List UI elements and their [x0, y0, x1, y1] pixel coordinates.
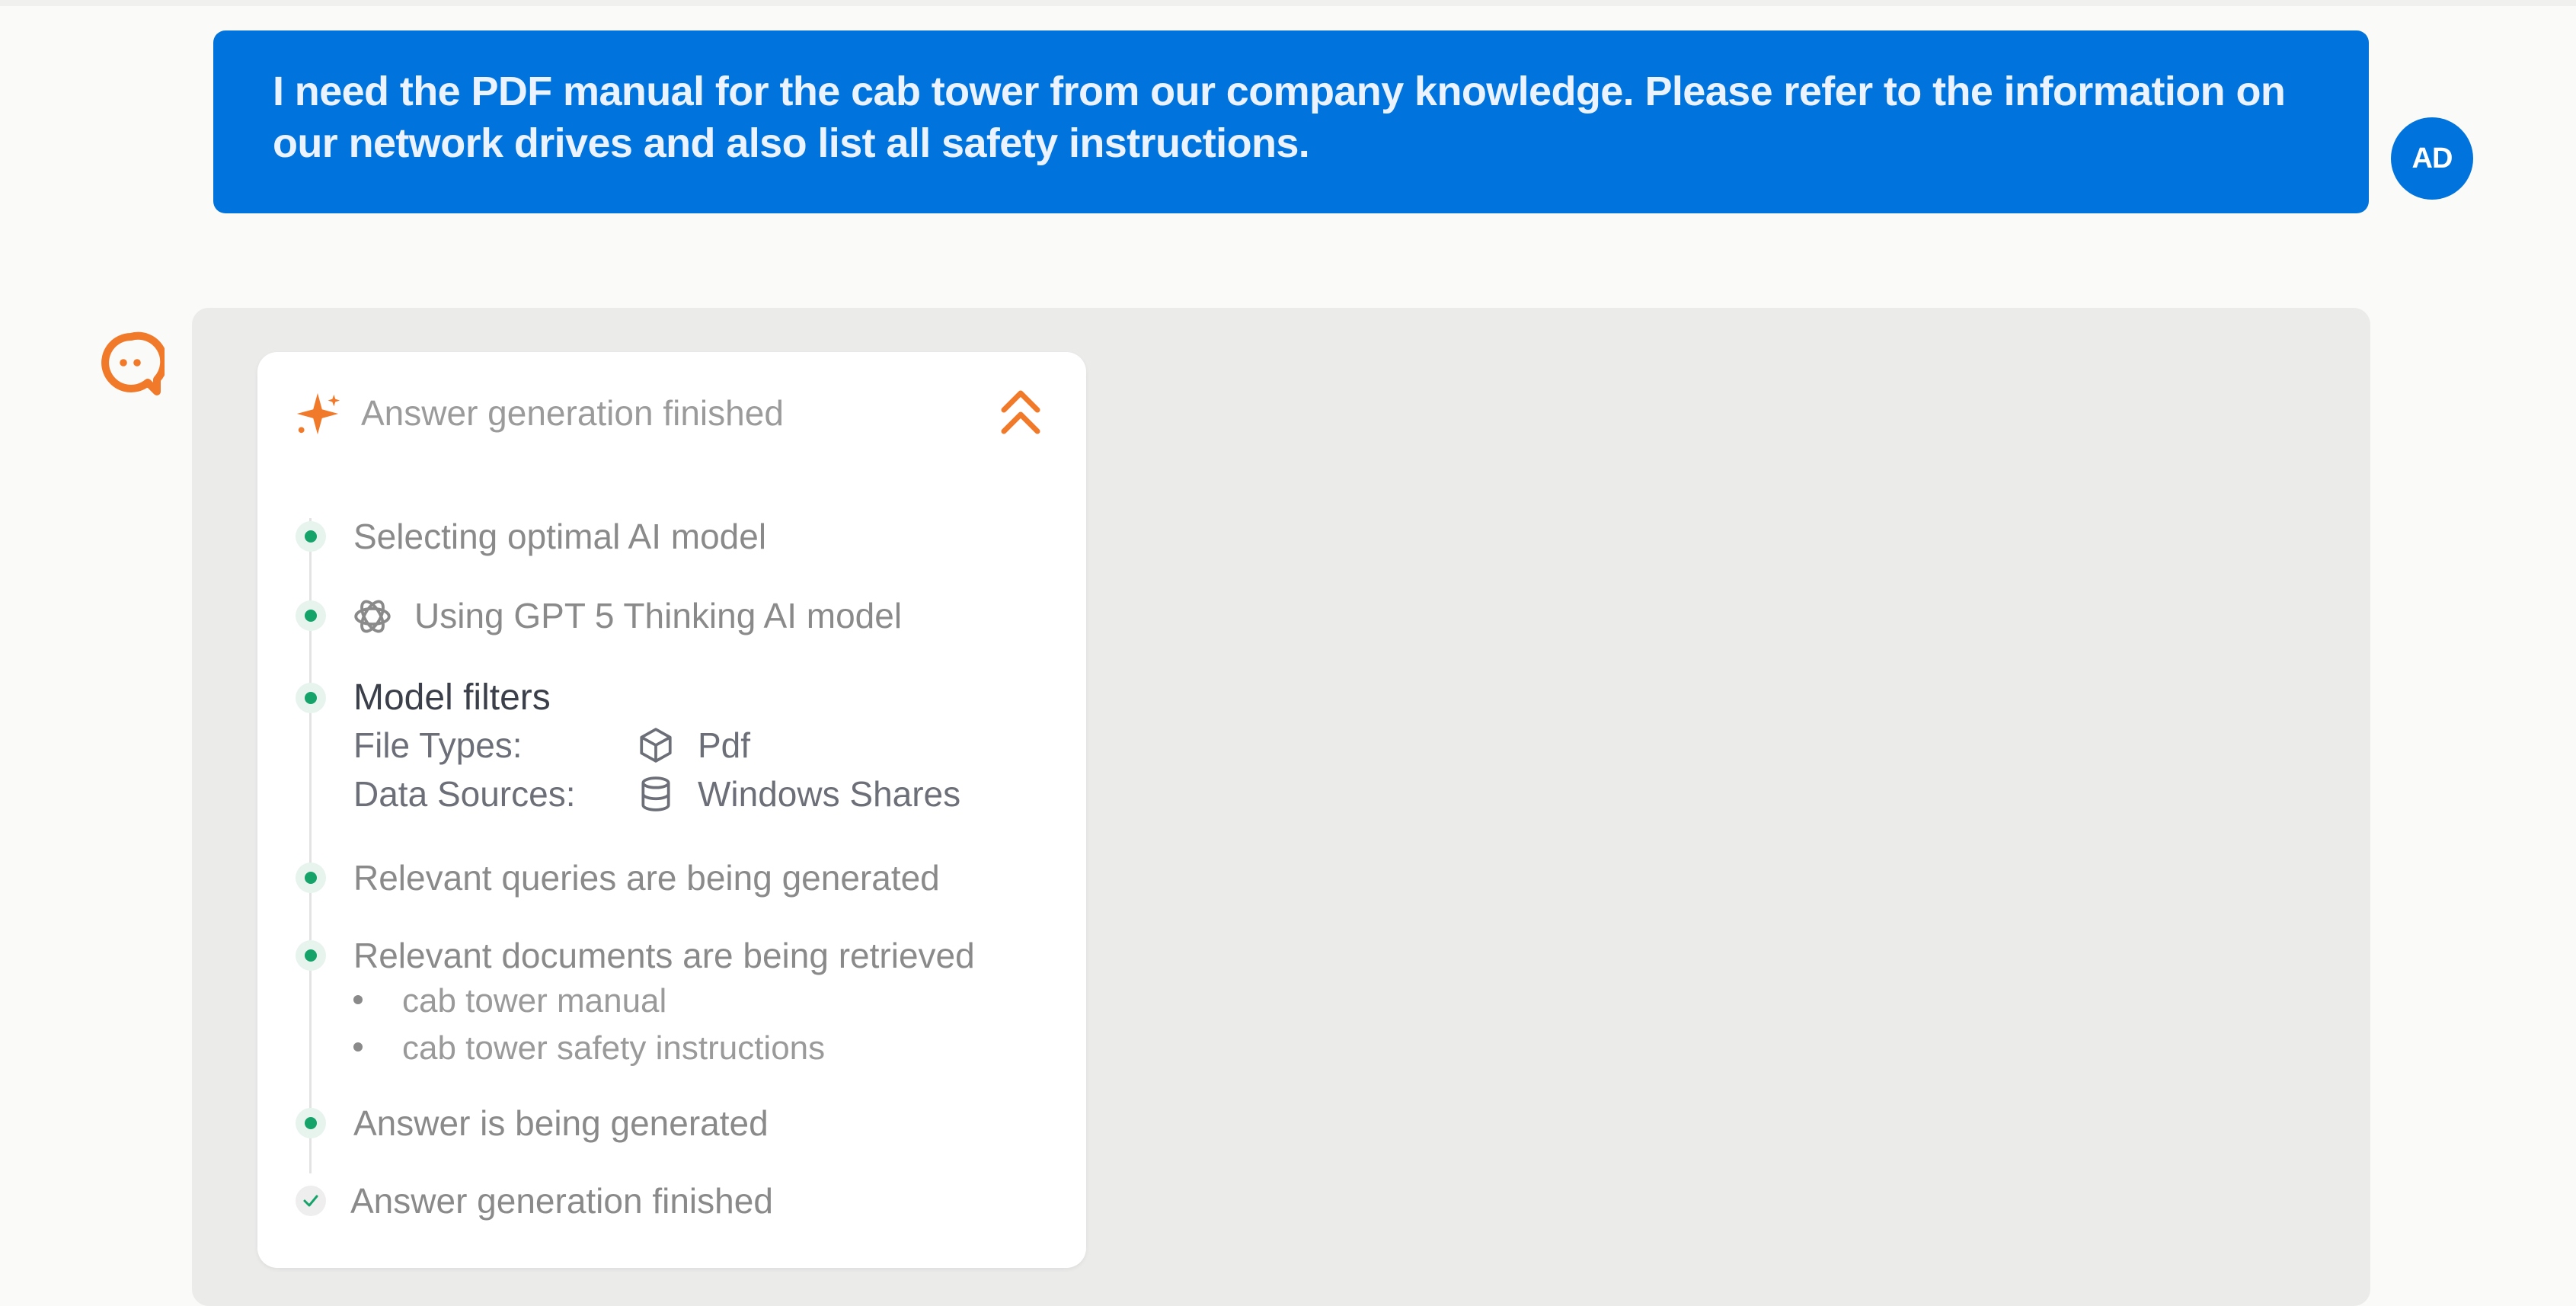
sparkle-icon — [296, 392, 340, 435]
step-status-dot — [296, 600, 326, 631]
user-message-text: I need the PDF manual for the cab tower … — [273, 69, 2286, 166]
retrieved-document-item[interactable]: cab tower safety instructions — [402, 1026, 825, 1071]
step-label: Using GPT 5 Thinking AI model — [414, 596, 903, 635]
step-status-dot — [296, 521, 326, 552]
cube-icon — [640, 728, 672, 763]
data-sources-value: Windows Shares — [698, 774, 961, 814]
chevrons-up-icon[interactable] — [998, 387, 1044, 439]
file-types-value: Pdf — [698, 725, 751, 765]
progress-header-title: Answer generation finished — [361, 393, 784, 433]
data-sources-label: Data Sources: — [353, 774, 576, 814]
step-label: Relevant queries are being generated — [353, 858, 940, 898]
top-divider — [0, 0, 2576, 6]
step-status-dot — [296, 1108, 326, 1138]
user-message-bubble: I need the PDF manual for the cab tower … — [213, 30, 2369, 213]
step-status-dot — [296, 863, 326, 893]
step-status-dot — [296, 940, 326, 971]
step-label: Relevant documents are being retrieved — [353, 936, 975, 975]
step-label: Model filters — [353, 677, 551, 718]
step-status-dot — [296, 683, 326, 713]
openai-icon — [354, 600, 391, 633]
chat-bubble-logo-icon — [101, 331, 165, 395]
step-label: Answer is being generated — [353, 1103, 769, 1143]
list-bullet — [353, 1042, 363, 1052]
progress-card-header[interactable]: Answer generation finished — [257, 352, 1086, 466]
retrieved-document-item[interactable]: cab tower manual — [402, 978, 666, 1024]
database-icon — [641, 776, 670, 811]
list-bullet — [353, 995, 363, 1004]
avatar-initials: AD — [2411, 142, 2453, 174]
file-types-label: File Types: — [353, 725, 523, 765]
user-avatar[interactable]: AD — [2391, 117, 2473, 200]
answer-progress-card: Answer generation finished Selecting opt… — [257, 352, 1086, 1268]
step-label: Answer generation finished — [350, 1181, 773, 1221]
step-label: Selecting optimal AI model — [353, 517, 767, 556]
check-icon — [303, 1195, 318, 1207]
